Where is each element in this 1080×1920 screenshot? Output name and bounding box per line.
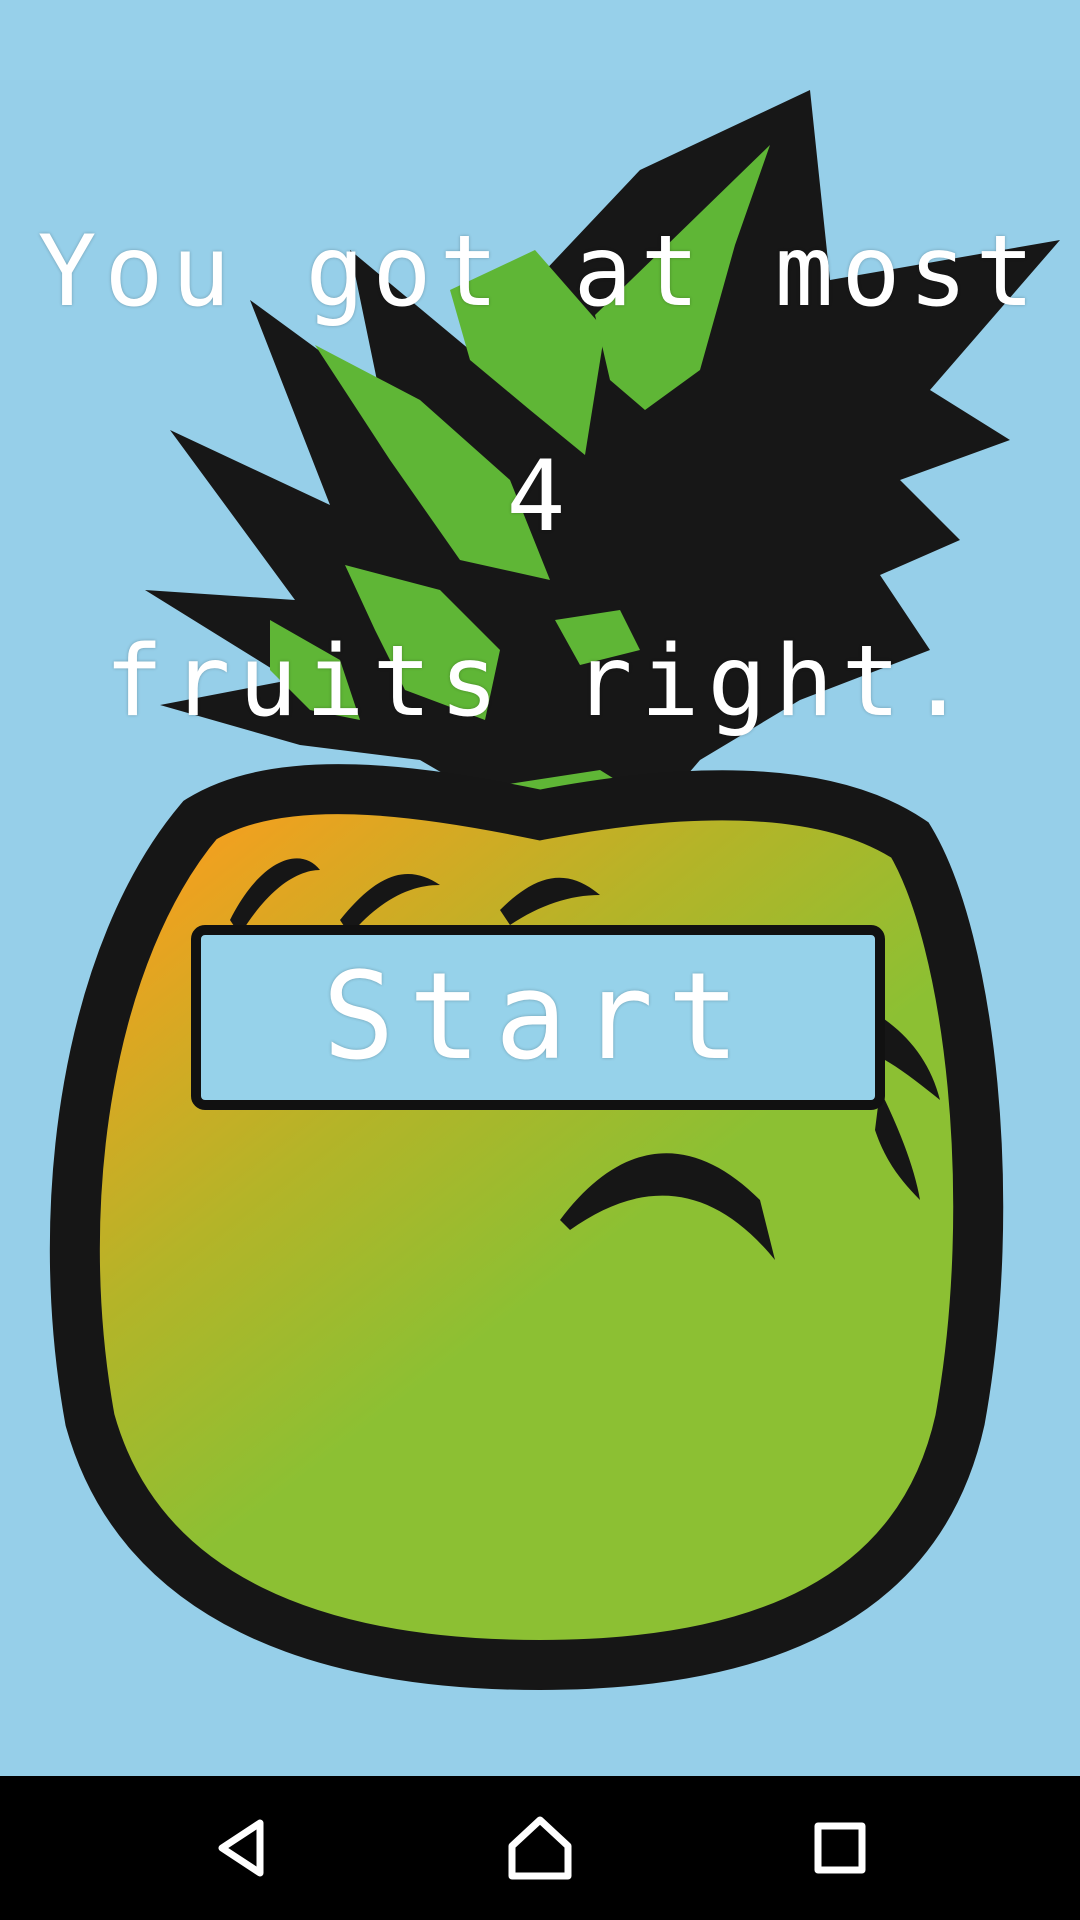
back-icon xyxy=(218,1819,264,1877)
recents-icon xyxy=(814,1822,866,1874)
home-button[interactable] xyxy=(490,1798,590,1898)
recents-button[interactable] xyxy=(790,1798,890,1898)
result-count: 4 xyxy=(506,440,574,554)
game-screen: You got at most 4 fruits right. Start xyxy=(0,0,1080,1776)
home-icon xyxy=(508,1816,572,1880)
start-button[interactable]: Start xyxy=(191,925,885,1110)
back-button[interactable] xyxy=(192,1798,292,1898)
pineapple-body xyxy=(49,764,1004,1691)
android-navigation-bar xyxy=(0,1776,1080,1920)
result-line-prefix: You got at most xyxy=(37,215,1043,329)
result-line-suffix: fruits right. xyxy=(104,625,976,739)
